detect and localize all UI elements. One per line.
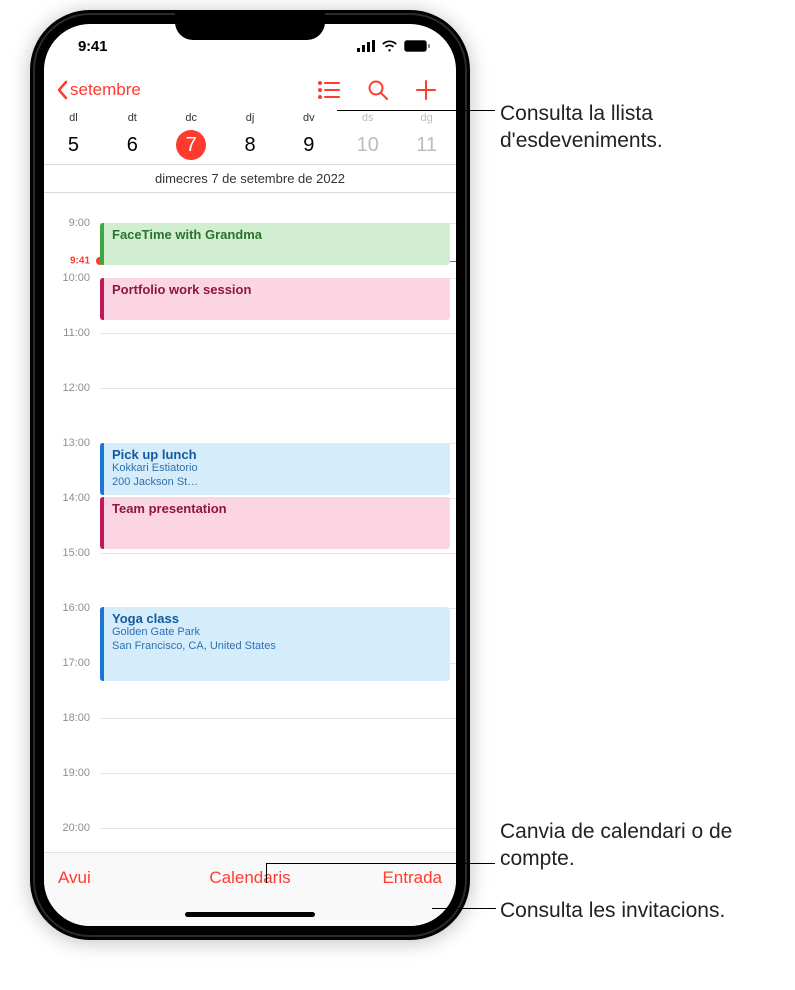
bottom-toolbar: Avui Calendaris Entrada <box>44 852 456 902</box>
battery-icon <box>404 40 430 52</box>
inbox-button[interactable]: Entrada <box>352 868 442 888</box>
navbar: setembre <box>44 68 456 112</box>
calendar-event[interactable]: Yoga classGolden Gate ParkSan Francisco,… <box>100 607 450 681</box>
callout-line <box>266 863 267 883</box>
day-column[interactable]: dv 9 <box>279 112 338 160</box>
chevron-left-icon <box>56 80 68 100</box>
weekday-label: dg <box>397 112 456 124</box>
back-label: setembre <box>70 80 141 100</box>
event-location: 200 Jackson St… <box>112 476 442 490</box>
day-column[interactable]: dg 11 <box>397 112 456 160</box>
day-number: 6 <box>117 130 147 160</box>
event-title: Portfolio work session <box>112 282 442 297</box>
weekday-label: ds <box>338 112 397 124</box>
callout-inbox: Consulta les invitacions. <box>500 897 780 924</box>
list-view-button[interactable] <box>318 81 340 99</box>
hour-line <box>100 773 456 774</box>
phone-frame: 9:41 setembre <box>30 10 470 940</box>
hour-label: 14:00 <box>44 492 96 504</box>
hour-line <box>100 718 456 719</box>
callout-list: Consulta la llista d'esdeveniments. <box>500 100 780 155</box>
hour-label: 11:00 <box>44 327 96 339</box>
event-title: Team presentation <box>112 501 442 516</box>
plus-icon <box>416 80 436 100</box>
event-subtitle: Golden Gate Park <box>112 626 442 640</box>
hour-line <box>100 828 456 829</box>
hour-label: 17:00 <box>44 657 96 669</box>
back-button[interactable]: setembre <box>56 80 141 100</box>
day-timeline[interactable]: 9:00 10:00 11:00 12:00 13:00 14:00 15:00 16:00 1… <box>44 193 456 852</box>
status-icons <box>357 40 430 52</box>
weekday-label: dc <box>162 112 221 124</box>
event-title: Pick up lunch <box>112 447 442 462</box>
weekday-label: dl <box>44 112 103 124</box>
now-label: 9:41 <box>44 255 96 266</box>
calendars-button[interactable]: Calendaris <box>148 868 352 888</box>
hour-line <box>100 388 456 389</box>
list-icon <box>318 81 340 99</box>
day-number: 10 <box>353 130 383 160</box>
hour-line <box>100 553 456 554</box>
hour-label: 12:00 <box>44 382 96 394</box>
hour-label: 13:00 <box>44 437 96 449</box>
notch <box>175 10 325 40</box>
event-location: San Francisco, CA, United States <box>112 640 442 654</box>
search-icon <box>368 80 388 100</box>
calendar-event[interactable]: Pick up lunchKokkari Estiatorio200 Jacks… <box>100 443 450 495</box>
today-button[interactable]: Avui <box>58 868 148 888</box>
weekday-label: dt <box>103 112 162 124</box>
day-number: 8 <box>235 130 265 160</box>
hour-label: 9:00 <box>44 217 96 229</box>
event-title: FaceTime with Grandma <box>112 227 442 242</box>
week-row: dl 5 dt 6 dc 7 dj 8 dv 9 ds 10 dg 11 <box>44 112 456 165</box>
calendar-event[interactable]: Portfolio work session <box>100 278 450 320</box>
day-number: 9 <box>294 130 324 160</box>
weekday-label: dj <box>221 112 280 124</box>
hour-label: 20:00 <box>44 822 96 834</box>
hour-label: 16:00 <box>44 602 96 614</box>
day-number: 5 <box>58 130 88 160</box>
day-column[interactable]: dj 8 <box>221 112 280 160</box>
hour-label: 18:00 <box>44 712 96 724</box>
event-title: Yoga class <box>112 611 442 626</box>
date-line: dimecres 7 de setembre de 2022 <box>44 165 456 193</box>
hour-label: 15:00 <box>44 547 96 559</box>
day-column[interactable]: dc 7 <box>162 112 221 160</box>
weekday-label: dv <box>279 112 338 124</box>
calendar-event[interactable]: FaceTime with Grandma <box>100 223 450 265</box>
day-number: 7 <box>176 130 206 160</box>
calendar-event[interactable]: Team presentation <box>100 497 450 549</box>
callout-line <box>432 908 496 909</box>
day-column[interactable]: ds 10 <box>338 112 397 160</box>
hour-label: 10:00 <box>44 272 96 284</box>
hour-label: 19:00 <box>44 767 96 779</box>
wifi-icon <box>381 40 398 52</box>
home-indicator <box>44 902 456 926</box>
search-button[interactable] <box>368 80 388 100</box>
screen: 9:41 setembre <box>44 24 456 926</box>
hour-line <box>100 333 456 334</box>
event-subtitle: Kokkari Estiatorio <box>112 462 442 476</box>
status-time: 9:41 <box>78 38 107 55</box>
cellular-icon <box>357 40 375 52</box>
day-column[interactable]: dt 6 <box>103 112 162 160</box>
add-event-button[interactable] <box>416 80 436 100</box>
callout-line <box>266 863 495 864</box>
callout-calendars: Canvia de calendari o de compte. <box>500 818 780 873</box>
day-number: 11 <box>412 130 442 160</box>
callout-line <box>337 110 495 111</box>
day-column[interactable]: dl 5 <box>44 112 103 160</box>
